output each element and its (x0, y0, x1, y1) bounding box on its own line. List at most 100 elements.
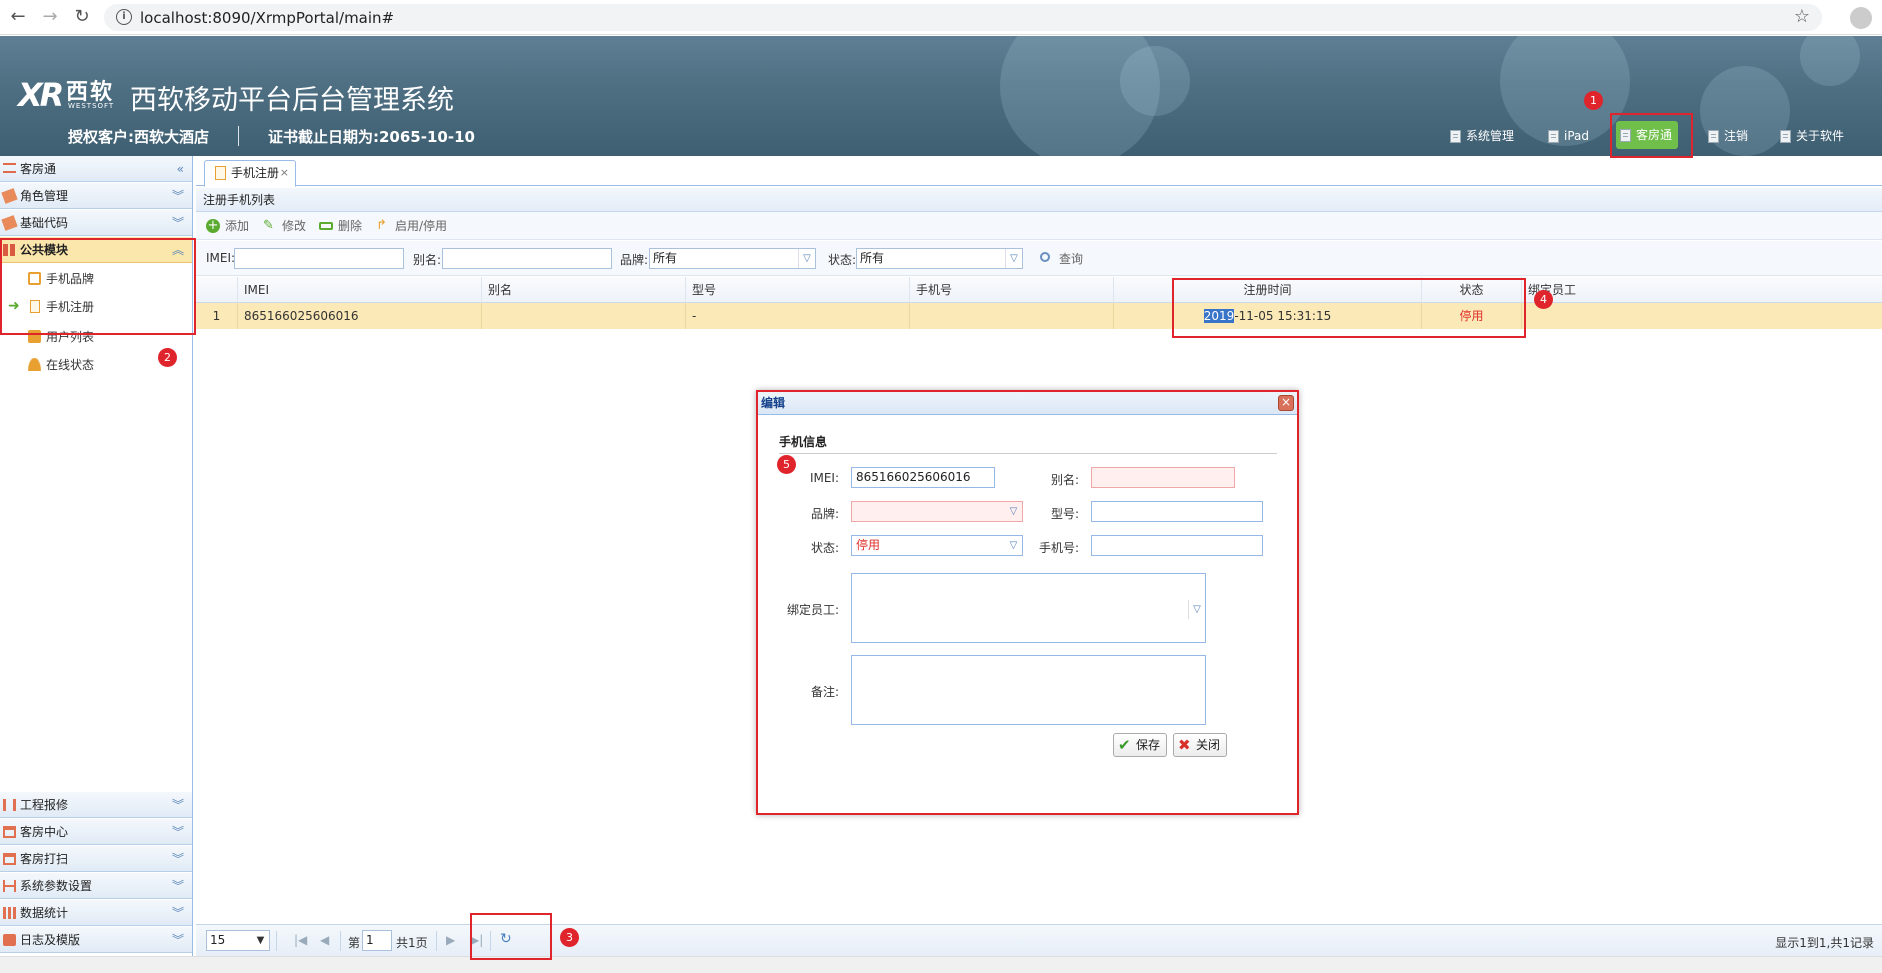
page-size-select[interactable]: 15 ▼ (206, 930, 270, 951)
logo-mark: XR (18, 76, 64, 114)
tools-icon (3, 799, 16, 811)
sidebar-section-room-center[interactable]: 客房中心 ︾ (0, 819, 192, 845)
sidebar-section-housekeeping[interactable]: 客房打扫 ︾ (0, 846, 192, 872)
table-row[interactable]: 1 865166025606016 - 2019-11-05 15:31:15 … (196, 303, 1882, 329)
chevron-down-icon: ︾ (171, 933, 184, 947)
status-search-select[interactable]: 所有 ▽ (856, 248, 1023, 269)
bar-chart-icon (3, 907, 16, 919)
column-header-model[interactable]: 型号 (686, 277, 910, 303)
cell-employee (1522, 303, 1722, 329)
home-icon (3, 826, 16, 838)
add-button[interactable]: + 添加 (206, 218, 249, 234)
annotation-badge-1: 1 (1584, 91, 1603, 110)
first-page-icon[interactable]: |◀ (294, 933, 307, 947)
page-total: 共1页 (396, 936, 428, 950)
minus-icon (319, 222, 333, 230)
query-button[interactable]: 查询 (1040, 251, 1083, 267)
column-header-imei[interactable]: IMEI (238, 277, 482, 303)
status-search-label: 状态: (828, 253, 857, 267)
chevron-down-icon: ︾ (171, 798, 184, 812)
chevron-down-icon: ︾ (171, 906, 184, 920)
sidebar-section-basic-codes[interactable]: 基础代码 ︾ (0, 210, 192, 236)
chevron-down-icon: ︾ (171, 879, 184, 893)
sidebar-section-system-params[interactable]: 系统参数设置 ︾ (0, 873, 192, 899)
next-page-icon[interactable]: ▶ (446, 933, 455, 947)
chevron-down-icon: ︾ (171, 216, 184, 230)
brand-search-select[interactable]: 所有 ▽ (649, 248, 816, 269)
logout-button[interactable]: 注销 (1704, 122, 1754, 150)
sidebar-section-logs-templates[interactable]: 日志及模版 ︾ (0, 927, 192, 953)
grid-header: IMEI 别名 型号 手机号 注册时间 状态 绑定员工 (196, 277, 1882, 303)
row-number: 1 (196, 303, 238, 329)
alias-search-label: 别名: (413, 253, 442, 267)
document-icon (1548, 129, 1559, 143)
system-title: 西软移动平台后台管理系统 (130, 85, 454, 116)
header-divider (238, 126, 239, 146)
chevron-down-icon: ︾ (171, 825, 184, 839)
cell-alias (482, 303, 686, 329)
browser-toolbar: ← → ↻ i localhost:8090/XrmpPortal/main# … (0, 0, 1882, 35)
annotation-box-5 (756, 390, 1299, 815)
forward-icon[interactable]: → (38, 6, 62, 30)
enable-disable-button[interactable]: ↱ 启用/停用 (376, 218, 447, 234)
prev-page-icon[interactable]: ◀ (320, 933, 329, 947)
certificate-expiry: 证书截止日期为:2065-10-10 (268, 128, 475, 146)
sidebar-section-engineering[interactable]: 工程报修 ︾ (0, 792, 192, 818)
annotation-box-2 (0, 238, 196, 335)
sliders-icon (3, 880, 16, 892)
cell-imei: 865166025606016 (238, 303, 482, 329)
search-bar: IMEI: 别名: 品牌: 所有 ▽ 状态: 所有 ▽ 查询 (196, 241, 1882, 276)
grid-toolbar: + 添加 ✎ 修改 删除 ↱ 启用/停用 (196, 212, 1882, 240)
annotation-box-4 (1172, 278, 1526, 338)
sidebar-section-kefangtong[interactable]: 客房通 « (0, 156, 192, 182)
tab-phone-register[interactable]: 手机注册 × (204, 160, 296, 187)
status-bar (0, 956, 1882, 973)
pagination-summary: 显示1到1,共1记录 (1775, 936, 1874, 950)
column-header-phone[interactable]: 手机号 (910, 277, 1114, 303)
system-management-button[interactable]: 系统管理 (1446, 122, 1520, 150)
logo-english: WESTSOFT (68, 102, 115, 110)
home-icon (3, 853, 16, 865)
column-header-alias[interactable]: 别名 (482, 277, 686, 303)
sidebar-section-roles[interactable]: 角色管理 ︾ (0, 183, 192, 209)
alias-search-input[interactable] (442, 248, 612, 269)
sidebar-section-statistics[interactable]: 数据统计 ︾ (0, 900, 192, 926)
annotation-box-3 (470, 913, 552, 960)
imei-search-input[interactable] (234, 248, 404, 269)
profile-avatar-icon[interactable] (1850, 7, 1872, 29)
url-text: localhost:8090/XrmpPortal/main# (140, 9, 395, 27)
about-button[interactable]: 关于软件 (1776, 122, 1850, 150)
document-icon (1708, 129, 1719, 143)
log-icon (3, 934, 16, 946)
imei-search-label: IMEI: (206, 251, 236, 265)
document-icon (1450, 129, 1461, 143)
annotation-badge-5: 5 (777, 455, 796, 474)
annotation-badge-3: 3 (560, 928, 579, 947)
reload-icon[interactable]: ↻ (70, 6, 94, 30)
delete-button[interactable]: 删除 (319, 218, 362, 234)
tab-close-icon[interactable]: × (280, 161, 289, 185)
back-icon[interactable]: ← (6, 6, 30, 30)
brand-search-label: 品牌: (620, 253, 649, 267)
cell-phone (910, 303, 1114, 329)
chevron-down-icon: ▽ (798, 249, 815, 268)
bookmark-star-icon[interactable]: ☆ (1794, 6, 1810, 27)
tag-icon (1, 215, 18, 231)
site-info-icon[interactable]: i (116, 9, 132, 25)
tab-strip (196, 156, 1882, 186)
collapse-icon[interactable]: « (177, 156, 184, 182)
annotation-badge-4: 4 (1534, 290, 1553, 309)
page-number-input[interactable]: 1 (362, 930, 392, 951)
panel-title: 注册手机列表 (196, 188, 1882, 212)
annotation-box-1 (1610, 113, 1693, 158)
address-bar[interactable]: i localhost:8090/XrmpPortal/main# ☆ (104, 4, 1822, 31)
pencil-icon: ✎ (263, 218, 274, 233)
licensed-customer: 授权客户:西软大酒店 (68, 128, 209, 146)
chevron-down-icon: ︾ (171, 852, 184, 866)
row-number-header (196, 277, 238, 303)
ipad-button[interactable]: iPad (1544, 122, 1595, 150)
phone-icon (215, 166, 226, 180)
user-icon (28, 358, 41, 371)
edit-button[interactable]: ✎ 修改 (263, 218, 306, 234)
sidebar-item-online-status[interactable]: 在线状态 (46, 354, 94, 376)
